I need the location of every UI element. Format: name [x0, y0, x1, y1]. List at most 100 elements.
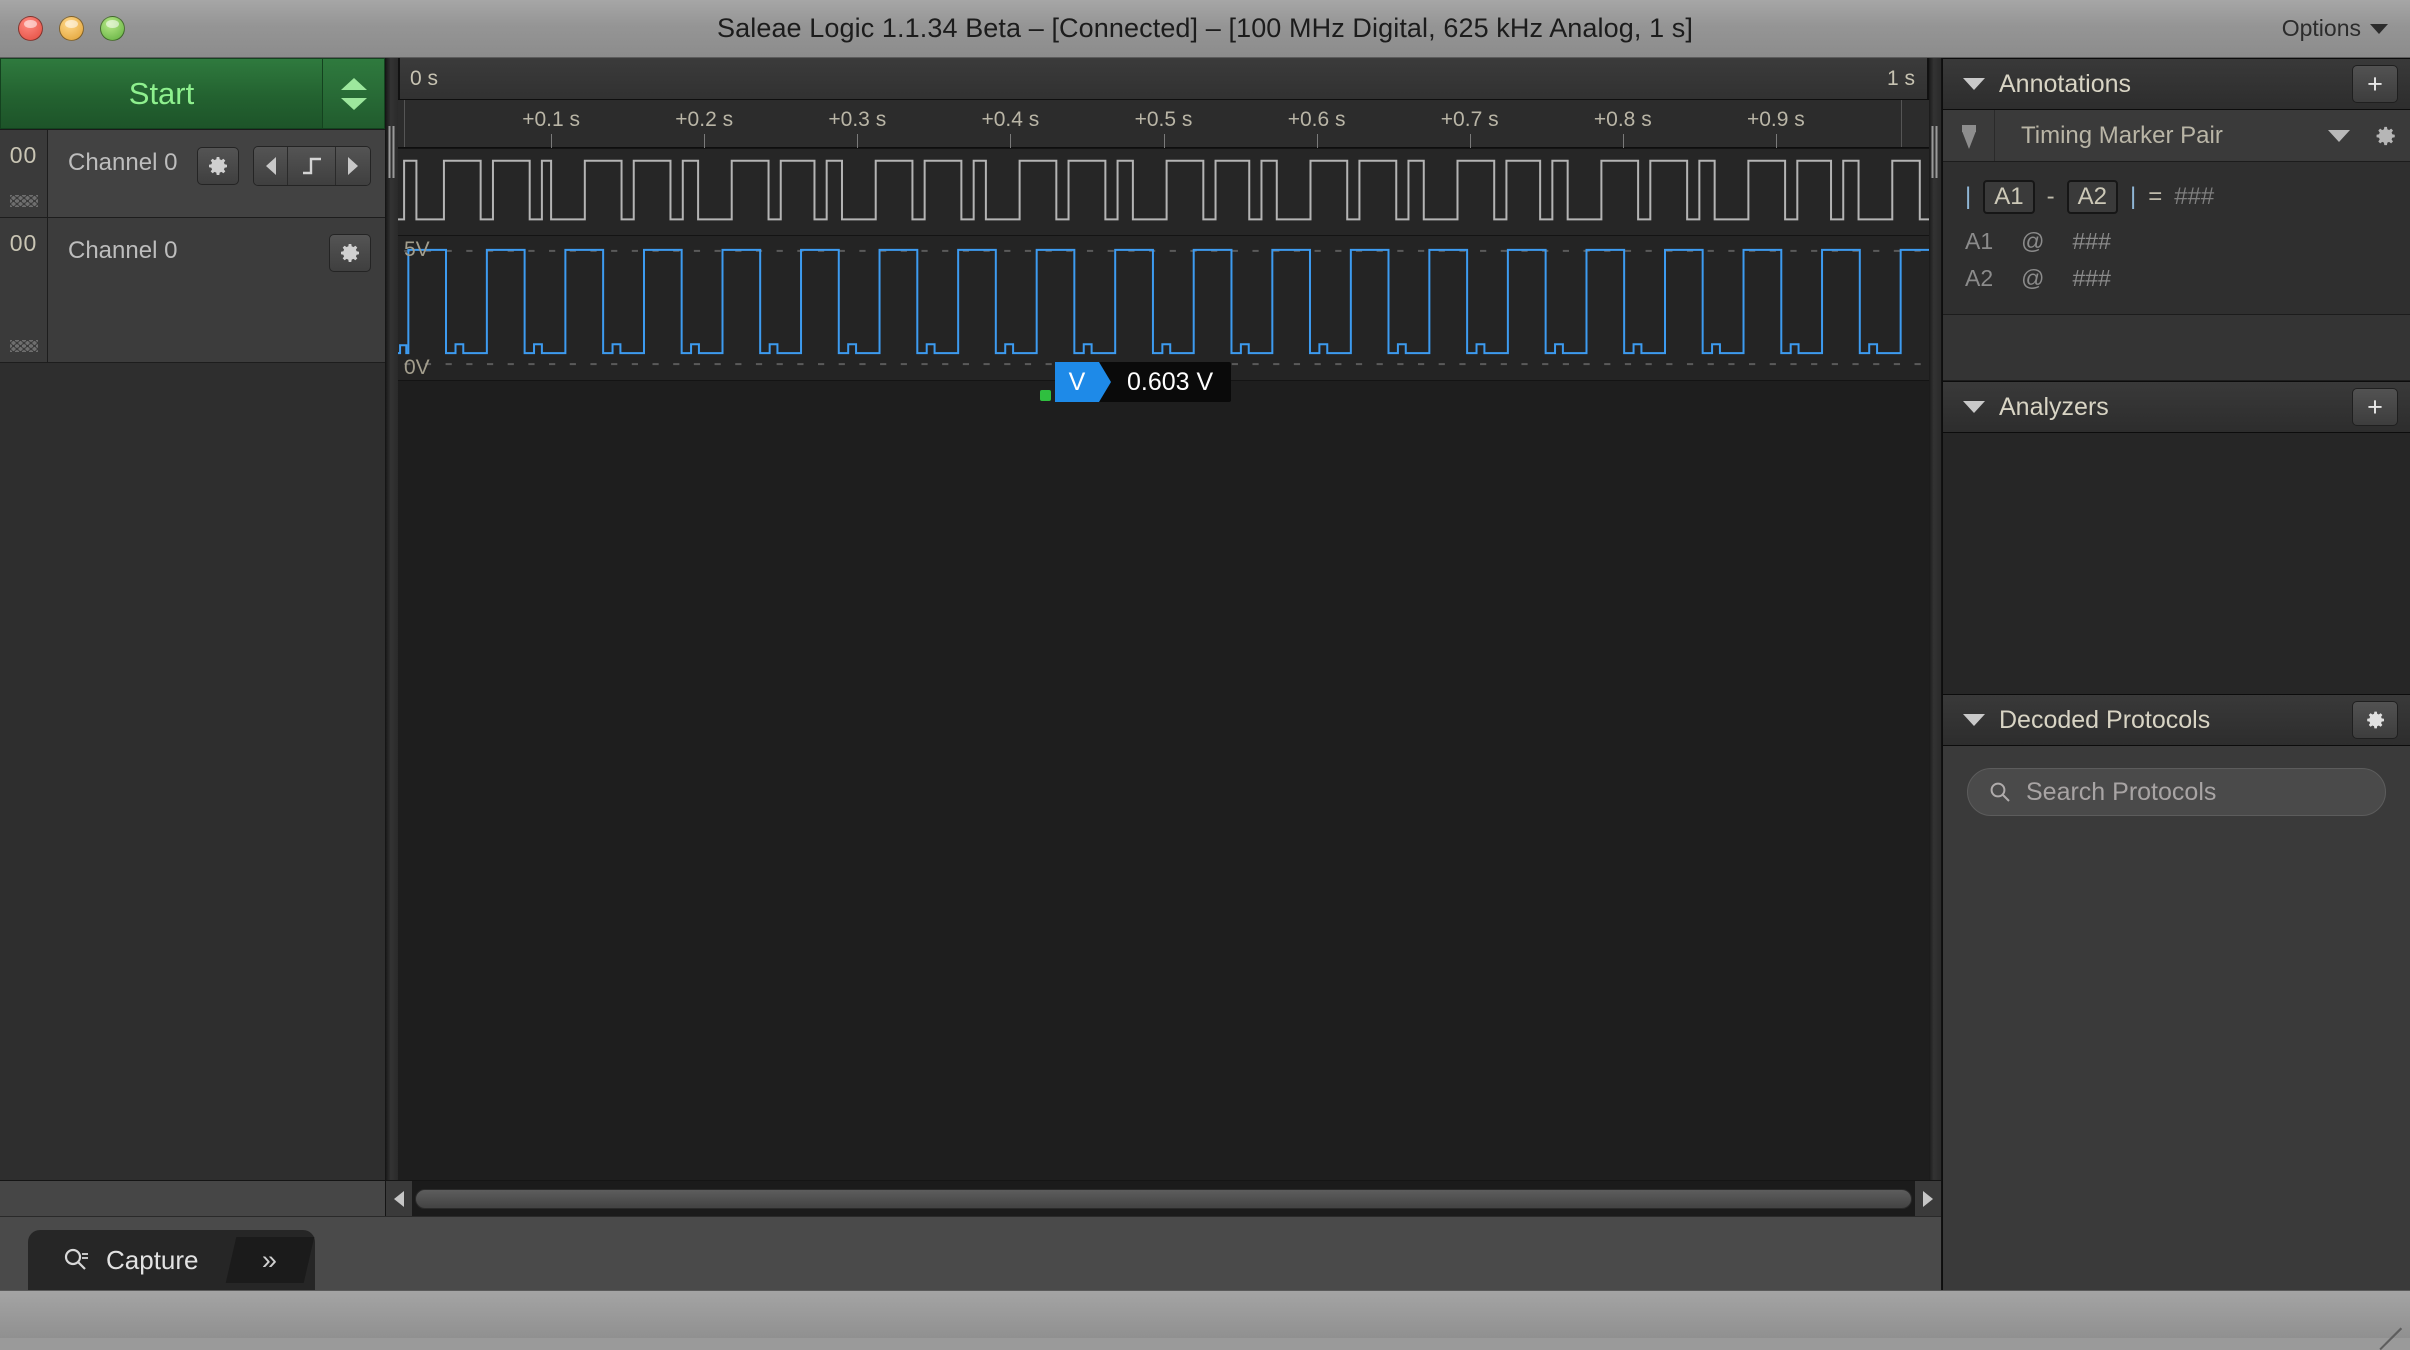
channel-index-label-analog: 00 — [9, 230, 38, 256]
ruler-tick-label: +0.3 s — [828, 108, 887, 131]
minimize-icon[interactable] — [59, 16, 84, 41]
marker-a2-value: ### — [2072, 265, 2111, 291]
resize-grip-icon[interactable] — [2368, 1298, 2402, 1350]
arrow-right-icon — [348, 157, 358, 175]
marker-a2-line: A2 @ ### — [1965, 265, 2388, 292]
grid-dot — [486, 363, 494, 366]
grid-dot — [1500, 363, 1507, 366]
capture-settings-stepper[interactable] — [323, 58, 385, 129]
marker-a1-chip[interactable]: A1 — [1983, 180, 2035, 214]
marker-a1-line: A1 @ ### — [1965, 228, 2388, 255]
search-icon — [64, 1248, 88, 1270]
options-button[interactable]: Options — [2282, 15, 2388, 42]
chevron-down-icon-marker[interactable] — [2328, 129, 2350, 142]
gear-icon-marker[interactable] — [2372, 123, 2398, 149]
grid-dot — [838, 363, 845, 366]
analyzers-header[interactable]: Analyzers + — [1943, 381, 2410, 433]
marker-a2-label: A2 — [1965, 265, 1994, 291]
digital-waveform-lane[interactable] — [398, 148, 1929, 236]
marker-pin-cell[interactable] — [1943, 110, 1995, 161]
ruler-tick-mark — [857, 134, 859, 148]
tab-capture[interactable]: Capture » — [28, 1230, 315, 1290]
drag-handle-icon-analog[interactable] — [9, 340, 38, 352]
channel-settings-button-digital[interactable] — [197, 147, 239, 185]
scroll-track[interactable] — [412, 1181, 1915, 1216]
channel-settings-button-analog[interactable] — [329, 234, 371, 272]
ruler-tick-label: +0.5 s — [1134, 108, 1193, 131]
grid-dot — [1480, 363, 1487, 366]
trigger-next-button[interactable] — [336, 147, 370, 185]
grid-dot — [1252, 249, 1259, 252]
timing-marker-row[interactable]: Timing Marker Pair — [1943, 110, 2410, 162]
scroll-right-button[interactable] — [1915, 1181, 1941, 1216]
marker-delta-value: ### — [2174, 183, 2215, 210]
trigger-prev-button[interactable] — [254, 147, 288, 185]
maximize-icon[interactable] — [100, 16, 125, 41]
add-annotation-button[interactable]: + — [2352, 65, 2398, 103]
stepper-up-icon[interactable] — [340, 77, 367, 90]
abs-open: | — [1965, 183, 1972, 210]
close-icon[interactable] — [18, 16, 43, 41]
scroll-thumb[interactable] — [415, 1188, 1912, 1209]
title-bar: Saleae Logic 1.1.34 Beta – [Connected] –… — [0, 0, 2410, 58]
timeline-ruler[interactable]: +0.1 s +0.2 s +0.3 s +0.4 s +0.5 s +0.6 s +0.7… — [398, 100, 1929, 148]
channel-digital-body: Channel 0 — [48, 130, 385, 217]
collapse-triangle-icon-protocols[interactable] — [1963, 714, 1985, 726]
grid-dot — [962, 363, 970, 366]
grid-dot — [1252, 363, 1259, 366]
horizontal-scrollbar[interactable] — [386, 1181, 1941, 1216]
timing-marker-body: | A1 - A2 | = ### A1 @ ### A2 @ ### — [1943, 162, 2410, 315]
grid-dot — [466, 363, 473, 366]
channel-digital-tools — [197, 146, 371, 186]
start-button[interactable]: Start — [0, 58, 323, 129]
grid-dot — [1811, 249, 1818, 252]
grid-dot — [652, 363, 659, 366]
horizontal-scroll-row — [0, 1180, 1941, 1216]
channel-row-digital[interactable]: 00 Channel 0 — [0, 130, 385, 218]
drag-handle-icon[interactable] — [9, 195, 38, 207]
scroll-left-button[interactable] — [386, 1181, 412, 1216]
grid-dot — [528, 363, 535, 366]
grid-dot — [1542, 363, 1549, 366]
ruler-end-line — [1901, 100, 1902, 147]
search-protocols-input[interactable]: Search Protocols — [1967, 768, 2386, 816]
window-title: Saleae Logic 1.1.34 Beta – [Connected] –… — [717, 13, 1693, 43]
tab-capture-label: Capture — [106, 1244, 199, 1275]
timeline-range-bar[interactable]: 0 s 1 s — [398, 58, 1929, 100]
decoded-protocols-header[interactable]: Decoded Protocols — [1943, 694, 2410, 746]
trigger-edge-group[interactable] — [253, 146, 371, 186]
grid-dot — [1645, 363, 1652, 366]
grid-dot — [1562, 249, 1570, 252]
grid-dot — [1417, 249, 1425, 252]
channel-label-digital: Channel 0 — [68, 149, 178, 176]
grid-dot — [1438, 363, 1445, 366]
ruler-origin-line — [404, 100, 405, 147]
analog-waveform-lane[interactable]: 5V 0V — [398, 236, 1929, 381]
tab-expand-button[interactable]: » — [225, 1237, 314, 1283]
add-analyzer-button[interactable]: + — [2352, 388, 2398, 426]
right-splitter[interactable] — [1929, 58, 1941, 1180]
grid-dot — [1169, 249, 1176, 252]
voltage-tooltip[interactable]: V 0.603 V — [1055, 362, 1232, 402]
window-controls[interactable] — [18, 16, 125, 41]
stepper-down-icon[interactable] — [340, 97, 367, 110]
left-splitter[interactable] — [386, 58, 398, 1180]
marker-a2-chip[interactable]: A2 — [2066, 180, 2118, 214]
splitter-handle-icon-right — [1931, 126, 1939, 178]
channel-index-analog: 00 — [0, 218, 48, 362]
collapse-triangle-icon-analyzers[interactable] — [1963, 401, 1985, 413]
digital-waveform — [398, 149, 1929, 235]
ruler-tick-mark — [1316, 134, 1318, 148]
grid-dot — [1666, 363, 1673, 366]
trigger-edge-button[interactable] — [288, 147, 336, 185]
protocols-settings-button[interactable] — [2352, 701, 2398, 739]
grid-dot — [714, 363, 721, 366]
collapse-triangle-icon-annotations[interactable] — [1963, 78, 1985, 90]
grid-dot — [776, 249, 783, 252]
voltage-tooltip-badge: V — [1055, 362, 1111, 402]
channel-row-analog[interactable]: 00 Channel 0 — [0, 218, 385, 363]
grid-dot — [1790, 249, 1797, 252]
grid-dot — [1024, 249, 1032, 252]
gear-icon — [209, 157, 227, 175]
annotations-header[interactable]: Annotations + — [1943, 58, 2410, 110]
